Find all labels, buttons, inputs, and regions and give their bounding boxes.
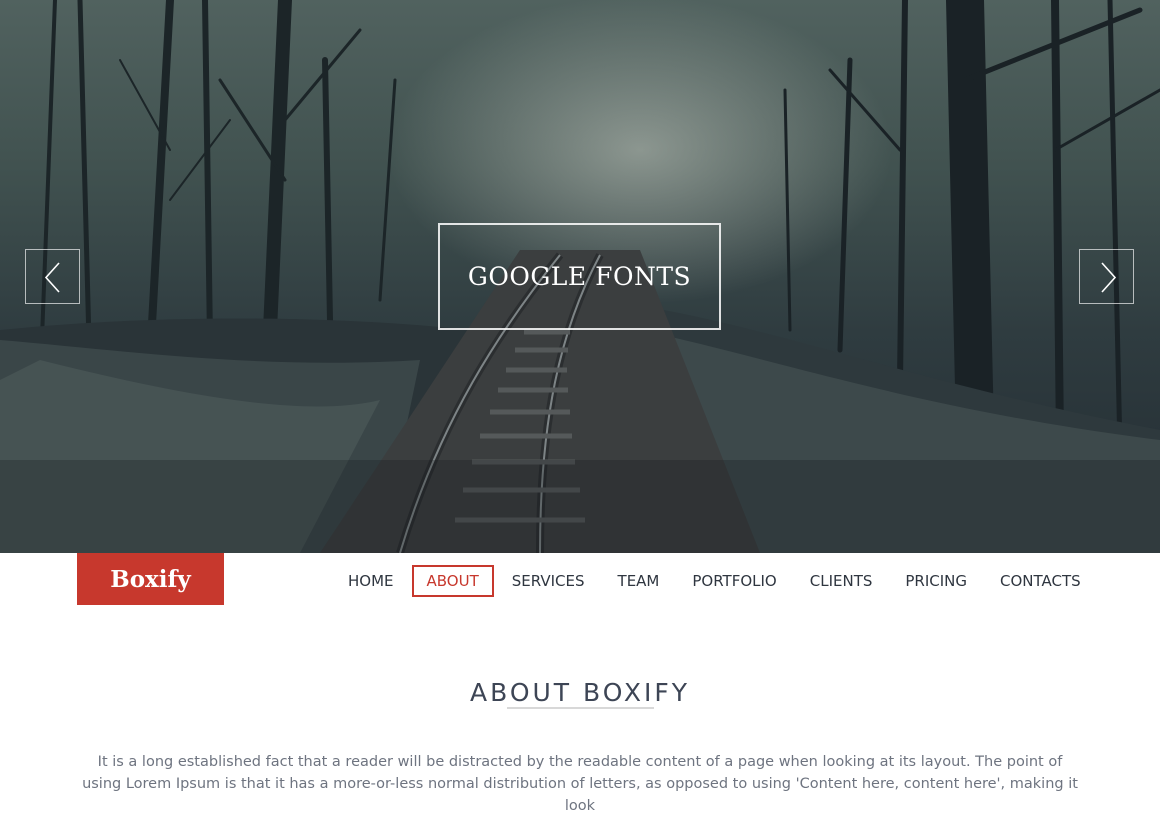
slider-prev-button[interactable] (25, 249, 80, 304)
nav-item-about[interactable]: ABOUT (411, 565, 494, 597)
chevron-left-icon (44, 262, 60, 293)
main-navbar: Boxify HOME ABOUT SERVICES TEAM PORTFOLI… (0, 553, 1160, 606)
nav-item-pricing[interactable]: PRICING (890, 565, 982, 597)
nav-item-services[interactable]: SERVICES (497, 565, 600, 597)
about-section-title: ABOUT BOXIFY (470, 677, 690, 707)
nav-item-portfolio[interactable]: PORTFOLIO (677, 565, 791, 597)
nav-item-team[interactable]: TEAM (603, 565, 675, 597)
hero-slider: GOOGLE FONTS (0, 0, 1160, 553)
main-nav: HOME ABOUT SERVICES TEAM PORTFOLIO CLIEN… (333, 565, 1099, 597)
nav-item-home[interactable]: HOME (333, 565, 409, 597)
hero-caption-box: GOOGLE FONTS (438, 223, 721, 330)
nav-item-clients[interactable]: CLIENTS (795, 565, 888, 597)
slider-next-button[interactable] (1079, 249, 1134, 304)
about-paragraph: It is a long established fact that a rea… (82, 753, 1078, 814)
chevron-right-icon (1101, 262, 1117, 293)
nav-item-contacts[interactable]: CONTACTS (985, 565, 1096, 597)
title-divider (507, 707, 654, 709)
site-logo[interactable]: Boxify (77, 553, 224, 605)
hero-caption-text: GOOGLE FONTS (467, 262, 692, 291)
